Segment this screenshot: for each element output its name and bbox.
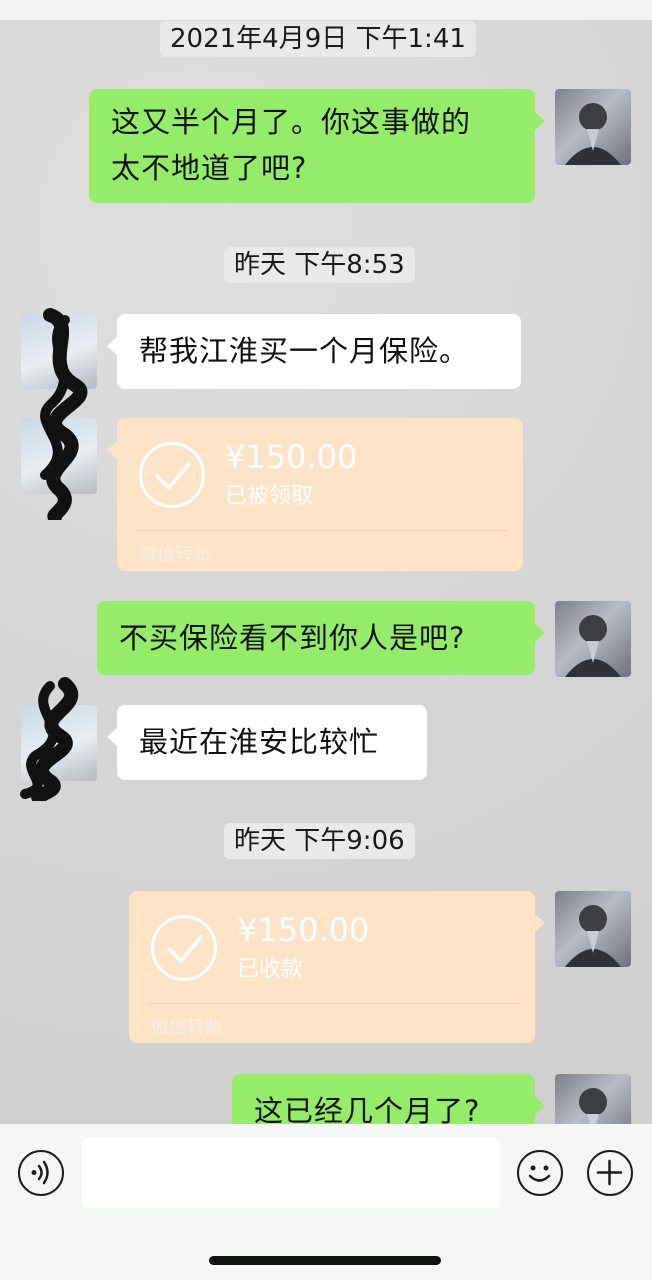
message-text: 这又半个月了。你这事做的 太不地道了吧?	[111, 105, 472, 185]
timestamp: 2021年4月9日 下午1:41	[160, 21, 476, 57]
transfer-amount: ¥150.00	[225, 438, 358, 476]
bubble-tail	[107, 336, 118, 356]
transfer-status: 已收款	[237, 957, 304, 982]
transfer-label: 微信转账	[139, 544, 211, 565]
contact-avatar[interactable]	[21, 705, 97, 781]
person-avatar-icon	[565, 905, 621, 967]
divider	[137, 530, 507, 531]
timestamp: 昨天 下午9:06	[224, 823, 415, 859]
voice-button[interactable]	[18, 1150, 64, 1196]
their-message-bubble[interactable]: 帮我江淮买一个月保险。	[107, 314, 521, 389]
home-indicator[interactable]	[209, 1256, 441, 1265]
status-bar-strip	[0, 0, 652, 20]
message-text: 帮我江淮买一个月保险。	[139, 334, 470, 368]
my-avatar[interactable]	[555, 601, 631, 677]
person-avatar-icon	[565, 615, 621, 677]
person-avatar-icon	[579, 1088, 607, 1124]
my-message-bubble[interactable]: 不买保险看不到你人是吧?	[97, 601, 545, 675]
my-message-bubble[interactable]: 这又半个月了。你这事做的 太不地道了吧?	[89, 89, 545, 203]
contact-avatar[interactable]	[21, 313, 97, 389]
message-text: 最近在淮安比较忙	[139, 725, 380, 759]
transfer-label: 微信转账	[151, 1017, 223, 1038]
message-input[interactable]	[82, 1138, 500, 1208]
bubble-tail	[534, 623, 545, 643]
my-avatar[interactable]	[555, 89, 631, 165]
chat-area[interactable]: 2021年4月9日 下午1:41 这又半个月了。你这事做的 太不地道了吧? 昨天…	[0, 0, 652, 1124]
their-message-bubble[interactable]: 最近在淮安比较忙	[107, 705, 427, 780]
plus-button[interactable]	[587, 1150, 633, 1196]
plus-icon	[596, 1159, 623, 1186]
my-message-bubble[interactable]: 这已经几个月了?	[232, 1074, 545, 1124]
transfer-card[interactable]: ¥150.00 已收款 微信转账	[129, 891, 545, 1043]
transfer-amount: ¥150.00	[237, 911, 370, 949]
bubble-tail	[534, 1096, 545, 1116]
emoji-button[interactable]	[517, 1150, 563, 1196]
check-icon	[139, 442, 205, 508]
bubble-tail	[107, 727, 118, 747]
timestamp: 昨天 下午8:53	[224, 247, 415, 283]
bubble-tail	[534, 111, 545, 131]
voice-icon	[31, 1160, 49, 1185]
check-icon	[151, 915, 217, 981]
message-text: 这已经几个月了?	[254, 1094, 481, 1124]
person-avatar-icon	[565, 103, 621, 165]
transfer-card[interactable]: ¥150.00 已被领取 微信转账	[107, 418, 523, 571]
contact-avatar[interactable]	[21, 418, 97, 494]
message-text: 不买保险看不到你人是吧?	[119, 621, 466, 655]
bubble-tail	[107, 440, 118, 460]
divider	[149, 1003, 519, 1004]
my-avatar[interactable]	[555, 1074, 631, 1124]
emoji-icon	[528, 1165, 551, 1182]
transfer-status: 已被领取	[225, 484, 314, 509]
my-avatar[interactable]	[555, 891, 631, 967]
bubble-tail	[534, 913, 545, 933]
